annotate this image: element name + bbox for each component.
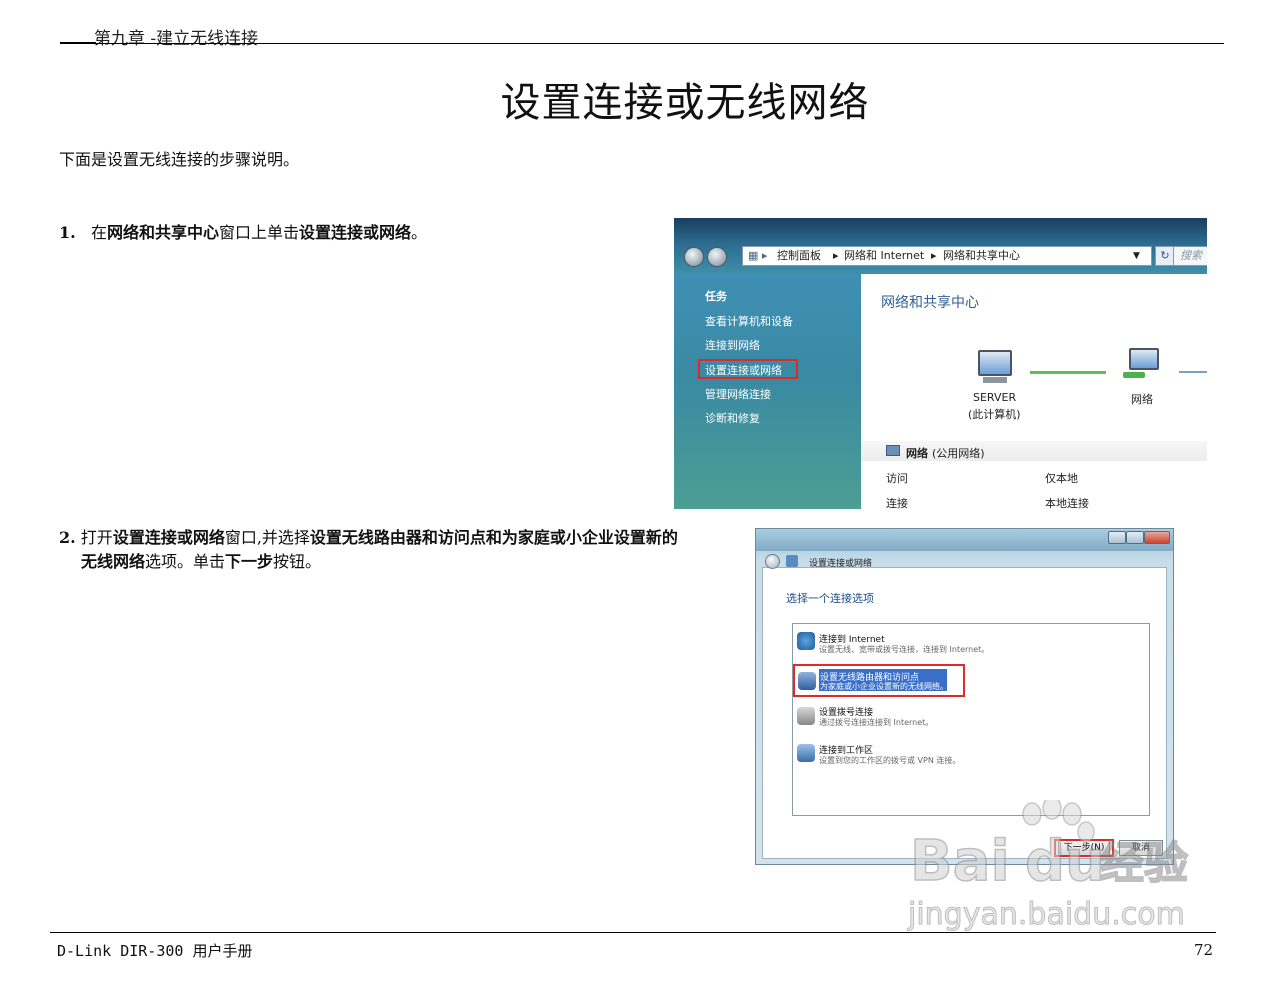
step-bold-text: 设置无线路由器和访问点和为家庭或小企业设置新的: [309, 528, 678, 547]
step-text: 按钮。: [273, 552, 322, 571]
step-text: 打开: [80, 528, 113, 547]
breadcrumb-item[interactable]: 控制面板: [777, 247, 821, 265]
connection-line: [1030, 371, 1106, 374]
maximize-button[interactable]: [1126, 531, 1144, 544]
detail-label: 访问: [886, 472, 908, 485]
address-bar[interactable]: ▦ ▸ 控制面板 ▸ 网络和 Internet ▸ 网络和共享中心 ▼: [742, 246, 1152, 266]
step-bold-text: 无线网络: [81, 552, 146, 571]
computer-sub-label: (此计算机): [968, 408, 1021, 421]
watermark-brand: Bai: [910, 829, 1010, 894]
highlight-box: [793, 664, 965, 697]
breadcrumb-item[interactable]: 网络和 Internet: [844, 247, 924, 265]
baidu-jingyan-watermark: Bai du 经验 jingyan.baidu.com: [907, 800, 1189, 933]
step-number: 2.: [59, 528, 76, 547]
screenshot-network-center: ▦ ▸ 控制面板 ▸ 网络和 Internet ▸ 网络和共享中心 ▼ ↻ 搜索…: [674, 218, 1207, 509]
footer-rule: [50, 932, 1216, 933]
network-status-icon: [886, 445, 900, 456]
control-panel-icon: ▦ ▸: [748, 249, 768, 262]
network-setup-icon: [786, 555, 798, 567]
dialog-title: 设置连接或网络: [809, 559, 873, 569]
sidebar-item-connect[interactable]: 连接到网络: [705, 337, 760, 353]
refresh-icon[interactable]: ↻: [1155, 246, 1175, 266]
page-title: 设置连接或无线网络: [500, 80, 870, 126]
sidebar-heading: 任务: [705, 290, 727, 303]
step-bold-text: 设置连接或网络: [299, 223, 412, 242]
breadcrumb-item[interactable]: 网络和共享中心: [943, 247, 1020, 265]
detail-value: 本地连接: [1045, 497, 1089, 509]
page-number: 72: [1194, 941, 1214, 959]
step-text: 在: [90, 223, 107, 242]
header-rule: [60, 43, 1224, 44]
option-desc: 设置无线、宽带或拨号连接，连接到 Internet。: [819, 645, 990, 654]
step-line: 2. 打开设置连接或网络窗口,并选择设置无线路由器和访问点和为家庭或小企业设置新…: [59, 526, 749, 550]
step-1: 1. 在网络和共享中心窗口上单击设置连接或网络。: [59, 221, 427, 245]
step-line: 无线网络选项。单击下一步按钮。: [59, 550, 749, 574]
highlight-box: [698, 359, 798, 379]
chapter-header: 第九章 -建立无线连接: [94, 29, 259, 49]
search-input[interactable]: 搜索: [1173, 246, 1207, 266]
computer-icon: [978, 350, 1012, 376]
network-icon: [1129, 348, 1159, 370]
globe-icon: [797, 632, 815, 650]
forward-arrow-icon[interactable]: [707, 247, 727, 267]
workplace-icon: [797, 744, 815, 762]
detail-label: 连接: [886, 497, 908, 509]
step-text: 。: [411, 223, 428, 242]
watermark-brand-cn: 经验: [1100, 838, 1188, 889]
back-arrow-icon[interactable]: [765, 554, 780, 569]
sidebar-item-diagnose[interactable]: 诊断和修复: [705, 410, 760, 426]
step-number: 1.: [59, 223, 76, 242]
step-bold-text: 设置连接或网络: [112, 528, 225, 547]
pane-heading: 网络和共享中心: [881, 295, 979, 311]
step-text: 窗口,并选择: [224, 528, 310, 547]
option-desc: 通过拨号连接连接到 Internet。: [819, 718, 934, 727]
dialog-heading: 选择一个连接选项: [786, 592, 874, 605]
detail-value: 仅本地: [1045, 472, 1078, 485]
minimize-button[interactable]: [1108, 531, 1126, 544]
step-text: 选项。单击: [145, 552, 226, 571]
intro-text: 下面是设置无线连接的步骤说明。: [59, 150, 300, 169]
network-globe: [1123, 372, 1145, 378]
sidebar-item-manage-connections[interactable]: 管理网络连接: [705, 386, 771, 402]
footer-manual-name: D-Link DIR-300 用户手册: [57, 942, 253, 960]
network-details: [861, 461, 1207, 509]
chevron-down-icon[interactable]: ▼: [1133, 247, 1140, 265]
step-2: 2. 打开设置连接或网络窗口,并选择设置无线路由器和访问点和为家庭或小企业设置新…: [59, 526, 749, 574]
option-desc: 设置到您的工作区的拨号或 VPN 连接。: [819, 756, 961, 765]
sidebar-item-view-devices[interactable]: 查看计算机和设备: [705, 313, 793, 329]
network-status-type: (公用网络): [932, 447, 985, 460]
step-bold-text: 网络和共享中心: [106, 223, 219, 242]
phone-icon: [797, 707, 815, 725]
step-text: 窗口上单击: [219, 223, 300, 242]
internet-line: [1179, 371, 1207, 373]
computer-base: [983, 377, 1007, 383]
back-arrow-icon[interactable]: [684, 247, 704, 267]
computer-name: SERVER: [973, 391, 1017, 404]
breadcrumb-separator-icon: ▸: [931, 249, 937, 262]
network-label: 网络: [1131, 393, 1153, 406]
breadcrumb-separator-icon: ▸: [833, 249, 839, 262]
watermark-url: jingyan.baidu.com: [907, 897, 1185, 932]
watermark-brand-2: du: [1025, 829, 1105, 894]
close-button[interactable]: [1144, 531, 1170, 544]
network-status-name: 网络: [906, 447, 928, 460]
step-bold-text: 下一步: [225, 552, 274, 571]
